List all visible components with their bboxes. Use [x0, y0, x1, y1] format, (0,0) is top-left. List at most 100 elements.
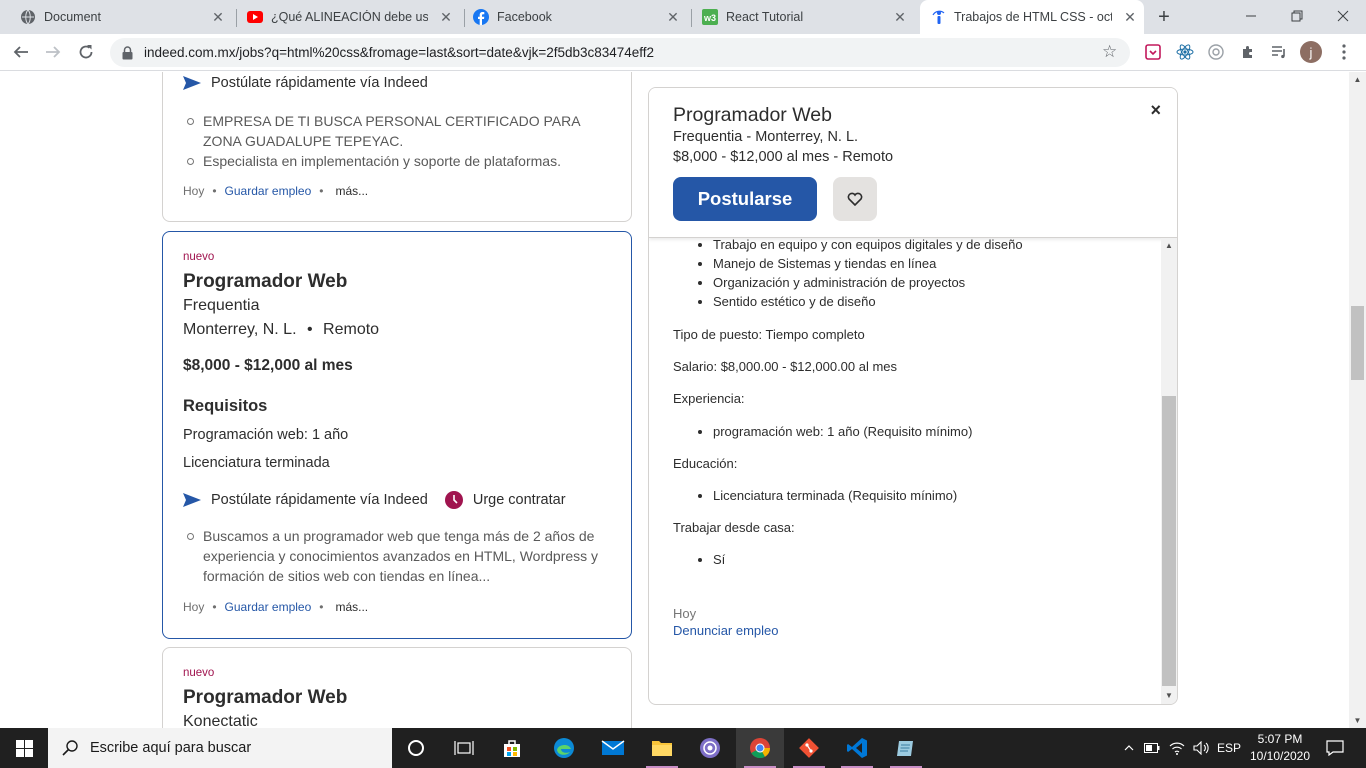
windows-start-button[interactable]: [0, 728, 48, 768]
react-devtools-icon[interactable]: [1175, 42, 1195, 62]
notes-app[interactable]: [882, 728, 930, 768]
new-label: nuevo: [183, 667, 215, 679]
search-icon: [62, 740, 78, 756]
new-tab-button[interactable]: +: [1153, 6, 1175, 28]
system-clock[interactable]: 5:07 PM 10/10/2020: [1244, 731, 1316, 765]
job-card-selected[interactable]: nuevo Programador Web Frequentia Monterr…: [162, 231, 632, 639]
edge-icon: [554, 738, 574, 758]
clock-date: 10/10/2020: [1249, 749, 1311, 763]
page-content: Postúlate rápidamente vía Indeed EMPRESA…: [0, 72, 1366, 728]
tab-indeed[interactable]: Trabajos de HTML CSS - octub ✕: [920, 0, 1144, 34]
address-bar[interactable]: indeed.com.mx/jobs?q=html%20css&fromage=…: [110, 38, 1130, 67]
tray-overflow-button[interactable]: [1120, 728, 1138, 768]
tab-youtube[interactable]: ¿Qué ALINEACIÓN debe usar M ✕: [237, 0, 464, 34]
job-card[interactable]: Postúlate rápidamente vía Indeed EMPRESA…: [162, 72, 632, 222]
close-detail-button[interactable]: ×: [1150, 100, 1161, 121]
close-tab-icon[interactable]: ✕: [1122, 9, 1138, 25]
wifi-icon[interactable]: [1166, 728, 1188, 768]
page-scrollbar[interactable]: ▲ ▼: [1349, 72, 1366, 728]
battery-icon[interactable]: [1142, 728, 1162, 768]
minimize-button[interactable]: [1228, 0, 1274, 32]
detail-title: Programador Web: [673, 104, 832, 126]
camera-extension-icon[interactable]: [1206, 42, 1226, 62]
save-job-link[interactable]: Guardar empleo: [225, 184, 312, 198]
cortana-button[interactable]: [392, 728, 440, 768]
store-app[interactable]: [488, 728, 536, 768]
heart-icon: [847, 192, 863, 206]
close-window-button[interactable]: [1320, 0, 1366, 32]
company-name: Frequentia: [183, 297, 260, 314]
report-job-link[interactable]: Denunciar empleo: [673, 622, 1143, 639]
lock-icon[interactable]: [122, 45, 136, 60]
vscode-app[interactable]: [833, 728, 881, 768]
more-link[interactable]: más...: [335, 600, 368, 614]
detail-scrollbar[interactable]: ▲ ▼: [1161, 238, 1177, 704]
tab-title: Facebook: [497, 10, 552, 24]
posted-date: Hoy: [183, 600, 205, 614]
salary: $8,000 - $12,000 al mes: [183, 357, 353, 374]
spiral-app-icon: [700, 738, 720, 758]
scroll-up-arrow[interactable]: ▲: [1164, 241, 1174, 251]
reload-button[interactable]: [73, 39, 99, 65]
git-icon: [799, 738, 819, 758]
scroll-thumb[interactable]: [1162, 396, 1176, 686]
bookmark-star-icon[interactable]: ☆: [1102, 43, 1120, 61]
tab-facebook[interactable]: Facebook ✕: [465, 0, 691, 34]
urgent-hire-text: Urge contratar: [472, 492, 566, 508]
detail-company: Frequentia - Monterrey, N. L.: [673, 129, 859, 145]
requirements-heading: Requisitos: [183, 397, 268, 415]
restore-button[interactable]: [1274, 0, 1320, 32]
job-card[interactable]: nuevo Programador Web Konectatic: [162, 647, 632, 728]
education-label: Educación:: [673, 456, 738, 471]
chrome-app[interactable]: [736, 728, 784, 768]
skills-list: Trabajo en equipo y con equipos digitale…: [673, 235, 1143, 311]
extension-shield-icon[interactable]: [1143, 42, 1163, 62]
scroll-down-arrow[interactable]: ▼: [1164, 691, 1174, 701]
card-footer: Hoy • Guardar empleo • más...: [183, 600, 369, 614]
facebook-icon: [473, 9, 489, 25]
media-queue-icon[interactable]: [1269, 42, 1289, 62]
more-link[interactable]: más...: [335, 184, 368, 198]
save-heart-button[interactable]: [833, 177, 877, 221]
app-launcher[interactable]: [686, 728, 734, 768]
task-view-button[interactable]: [440, 728, 488, 768]
close-tab-icon[interactable]: ✕: [892, 9, 908, 25]
menu-kebab-icon[interactable]: [1334, 42, 1354, 62]
job-snippet: EMPRESA DE TI BUSCA PERSONAL CERTIFICADO…: [183, 111, 613, 171]
apply-button[interactable]: Postularse: [673, 177, 817, 221]
mail-app[interactable]: [589, 728, 637, 768]
scroll-thumb[interactable]: [1351, 306, 1364, 380]
close-tab-icon[interactable]: ✕: [665, 9, 681, 25]
close-tab-icon[interactable]: ✕: [438, 9, 454, 25]
job-title[interactable]: Programador Web: [183, 271, 347, 293]
input-language[interactable]: ESP: [1214, 728, 1244, 768]
edge-app[interactable]: [540, 728, 588, 768]
tab-react-tutorial[interactable]: w3 React Tutorial ✕: [692, 0, 918, 34]
snippet-item: Buscamos a un programador web que tenga …: [183, 526, 613, 586]
git-app[interactable]: [785, 728, 833, 768]
forward-button[interactable]: [40, 39, 66, 65]
job-title[interactable]: Programador Web: [183, 687, 347, 709]
back-button[interactable]: [8, 39, 34, 65]
store-icon: [504, 740, 520, 757]
file-explorer-app[interactable]: [638, 728, 686, 768]
easy-apply-text: Postúlate rápidamente vía Indeed: [211, 75, 428, 91]
job-detail-panel: Trabajo en equipo y con equipos digitale…: [648, 87, 1178, 705]
profile-avatar[interactable]: j: [1300, 41, 1322, 63]
taskbar-search-box[interactable]: Escribe aquí para buscar: [48, 728, 392, 768]
posted-date: Hoy: [673, 606, 697, 621]
close-tab-icon[interactable]: ✕: [210, 9, 226, 25]
action-center-button[interactable]: [1320, 728, 1350, 768]
education-item: Licenciatura terminada (Requisito mínimo…: [713, 486, 1143, 505]
posted-date: Hoy: [183, 184, 205, 198]
card-footer: Hoy • Guardar empleo • más...: [183, 184, 369, 198]
volume-icon[interactable]: [1190, 728, 1212, 768]
notepad-icon: [897, 741, 913, 756]
easy-apply-row: Postúlate rápidamente vía Indeed: [183, 75, 428, 91]
extensions-puzzle-icon[interactable]: [1238, 42, 1258, 62]
scroll-down-arrow[interactable]: ▼: [1353, 716, 1362, 725]
send-arrow-icon: [183, 493, 201, 507]
scroll-up-arrow[interactable]: ▲: [1353, 75, 1362, 84]
tab-document[interactable]: Document ✕: [0, 0, 236, 34]
save-job-link[interactable]: Guardar empleo: [225, 600, 312, 614]
